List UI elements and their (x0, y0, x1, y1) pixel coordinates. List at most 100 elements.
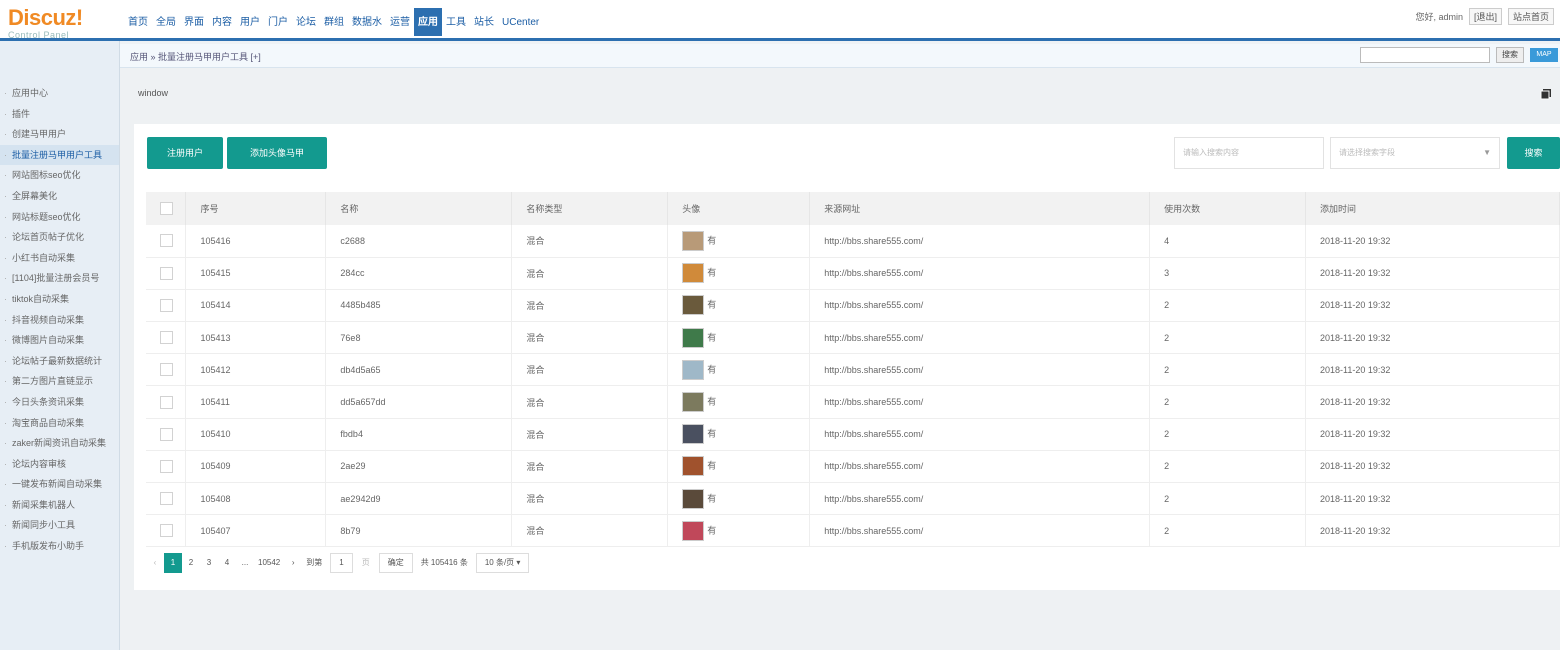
cell-url: http://bbs.share555.com/ (809, 353, 1151, 387)
table-row[interactable]: 105407 8b79 混合 有 http://bbs.share555.com/2 20… (146, 514, 1560, 548)
sidebar-item[interactable]: 新闻采集机器人 (0, 495, 119, 516)
goto-page-input[interactable]: 1 (330, 553, 353, 573)
site-home-link[interactable]: 站点首页 (1507, 8, 1554, 25)
sidebar-item[interactable]: 抖音视频自动采集 (0, 310, 119, 331)
cell-name: dd5a657dd (325, 385, 513, 419)
page-number[interactable]: 4 (218, 553, 236, 573)
row-checkbox[interactable] (160, 524, 173, 538)
nav-item[interactable]: 门户 (264, 12, 292, 34)
map-button[interactable]: MAP (1530, 48, 1558, 62)
select-all-cell[interactable] (146, 192, 187, 225)
row-checkbox[interactable] (160, 266, 173, 280)
nav-item[interactable]: 工具 (442, 12, 470, 34)
row-select-cell[interactable] (146, 257, 187, 290)
sidebar-item[interactable]: 微博图片自动采集 (0, 330, 119, 351)
sidebar-item[interactable]: 应用中心 (0, 83, 119, 104)
next-page-button[interactable]: › (284, 553, 302, 573)
table-row[interactable]: 105409 2ae29 混合 有 http://bbs.share555.com/2 2… (146, 450, 1560, 484)
table-row[interactable]: 105414 4485b485 混合 有 http://bbs.share555.com… (146, 289, 1560, 323)
sidebar-item[interactable]: 插件 (0, 104, 119, 125)
row-select-cell[interactable] (146, 353, 187, 387)
filter-search-button[interactable]: 搜索 (1507, 137, 1560, 169)
row-checkbox[interactable] (160, 459, 173, 473)
select-all-checkbox[interactable] (160, 202, 173, 215)
nav-item[interactable]: 内容 (208, 12, 236, 34)
nav-item[interactable]: 界面 (180, 12, 208, 34)
sidebar-item[interactable]: 全屏幕美化 (0, 186, 119, 207)
cell-id: 105409 (185, 450, 327, 484)
row-select-cell[interactable] (146, 289, 187, 323)
sidebar-item[interactable]: 论坛首页帖子优化 (0, 227, 119, 248)
table-row[interactable]: 105408 ae2942d9 混合 有 http://bbs.share555.com… (146, 482, 1560, 516)
avatar-image (682, 520, 705, 541)
cell-avatar: 有 (667, 418, 811, 451)
nav-item[interactable]: UCenter (498, 12, 543, 34)
row-checkbox[interactable] (160, 331, 173, 345)
page-number[interactable]: 3 (200, 553, 218, 573)
cell-type: 混合 (511, 450, 669, 484)
sidebar-item[interactable]: [1104]批量注册会员号 (0, 268, 119, 289)
prev-page-button[interactable]: ‹ (146, 553, 164, 573)
table-row[interactable]: 105411 dd5a657dd 混合 有 http://bbs.share555.co… (146, 385, 1560, 419)
row-select-cell[interactable] (146, 482, 187, 516)
logout-link[interactable]: [退出] (1468, 8, 1502, 25)
sidebar-item[interactable]: 论坛帖子最新数据统计 (0, 351, 119, 372)
sidebar-item[interactable]: 今日头条资讯采集 (0, 392, 119, 413)
row-checkbox[interactable] (160, 298, 173, 312)
sidebar-item[interactable]: 网站图标seo优化 (0, 165, 119, 186)
row-checkbox[interactable] (160, 363, 173, 377)
keyword-input[interactable]: 请输入搜索内容 (1174, 137, 1324, 169)
page-number[interactable]: 2 (182, 553, 200, 573)
register-user-button[interactable]: 注册用户 (147, 137, 223, 169)
menu-search-input[interactable] (1360, 47, 1490, 63)
row-select-cell[interactable] (146, 321, 187, 355)
sidebar-item[interactable]: 小红书自动采集 (0, 248, 119, 269)
sidebar-item[interactable]: 淘宝商品自动采集 (0, 413, 119, 434)
table-row[interactable]: 105410 fbdb4 混合 有 http://bbs.share555.com/2 2… (146, 418, 1560, 451)
sidebar-item[interactable]: tiktok自动采集 (0, 289, 119, 310)
page-number[interactable]: 10542 (254, 553, 284, 573)
row-select-cell[interactable] (146, 385, 187, 419)
sidebar-item[interactable]: zaker新闻资讯自动采集 (0, 433, 119, 454)
row-checkbox[interactable] (160, 234, 173, 248)
nav-item[interactable]: 运营 (386, 12, 414, 34)
nav-item[interactable]: 用户 (236, 12, 264, 34)
row-select-cell[interactable] (146, 514, 187, 548)
row-select-cell[interactable] (146, 450, 187, 484)
table-row[interactable]: 105413 76e8 混合 有 http://bbs.share555.com/2 20… (146, 321, 1560, 355)
nav-item[interactable]: 站长 (470, 12, 498, 34)
nav-item[interactable]: 首页 (124, 12, 152, 34)
row-select-cell[interactable] (146, 418, 187, 451)
row-checkbox[interactable] (160, 427, 173, 441)
sidebar-item[interactable]: 新闻同步小工具 (0, 515, 119, 536)
menu-search-button[interactable]: 搜索 (1496, 47, 1524, 63)
sidebar-item[interactable]: 创建马甲用户 (0, 124, 119, 145)
sidebar-item[interactable]: 批量注册马甲用户工具 (0, 144, 119, 166)
sidebar-item[interactable]: 网站标题seo优化 (0, 207, 119, 228)
goto-confirm-button[interactable]: 确定 (378, 553, 413, 573)
restore-window-icon[interactable] (1540, 88, 1552, 100)
cell-id: 105407 (185, 514, 327, 548)
sidebar-item[interactable]: 第二方图片直链显示 (0, 371, 119, 392)
sidebar-item[interactable]: 论坛内容审核 (0, 454, 119, 475)
page-number[interactable]: 1 (164, 553, 182, 573)
nav-item[interactable]: 数据水 (348, 12, 386, 34)
search-field-select[interactable]: 请选择搜索字段 ▼ (1330, 137, 1500, 169)
nav-item[interactable]: 论坛 (292, 12, 320, 34)
logo[interactable]: Discuz! Control Panel (8, 6, 120, 41)
table-row[interactable]: 105416 c2688 混合 有 http://bbs.share555.com/4 2… (146, 225, 1560, 258)
avatar-image (682, 230, 705, 251)
nav-item[interactable]: 全局 (152, 12, 180, 34)
sidebar-item[interactable]: 手机版发布小助手 (0, 536, 119, 557)
nav-item[interactable]: 群组 (320, 12, 348, 34)
table-row[interactable]: 105415 284cc 混合 有 http://bbs.share555.com/3 2… (146, 257, 1560, 290)
nav-item[interactable]: 应用 (414, 8, 442, 36)
column-header: 添加时间 (1305, 192, 1560, 225)
row-select-cell[interactable] (146, 225, 187, 258)
sidebar-item[interactable]: 一键发布新闻自动采集 (0, 474, 119, 495)
table-row[interactable]: 105412 db4d5a65 混合 有 http://bbs.share555.com… (146, 353, 1560, 387)
add-avatar-vest-button[interactable]: 添加头像马甲 (227, 137, 327, 169)
row-checkbox[interactable] (160, 395, 173, 409)
per-page-select[interactable]: 10 条/页 ▾ (475, 553, 530, 573)
row-checkbox[interactable] (160, 492, 173, 506)
